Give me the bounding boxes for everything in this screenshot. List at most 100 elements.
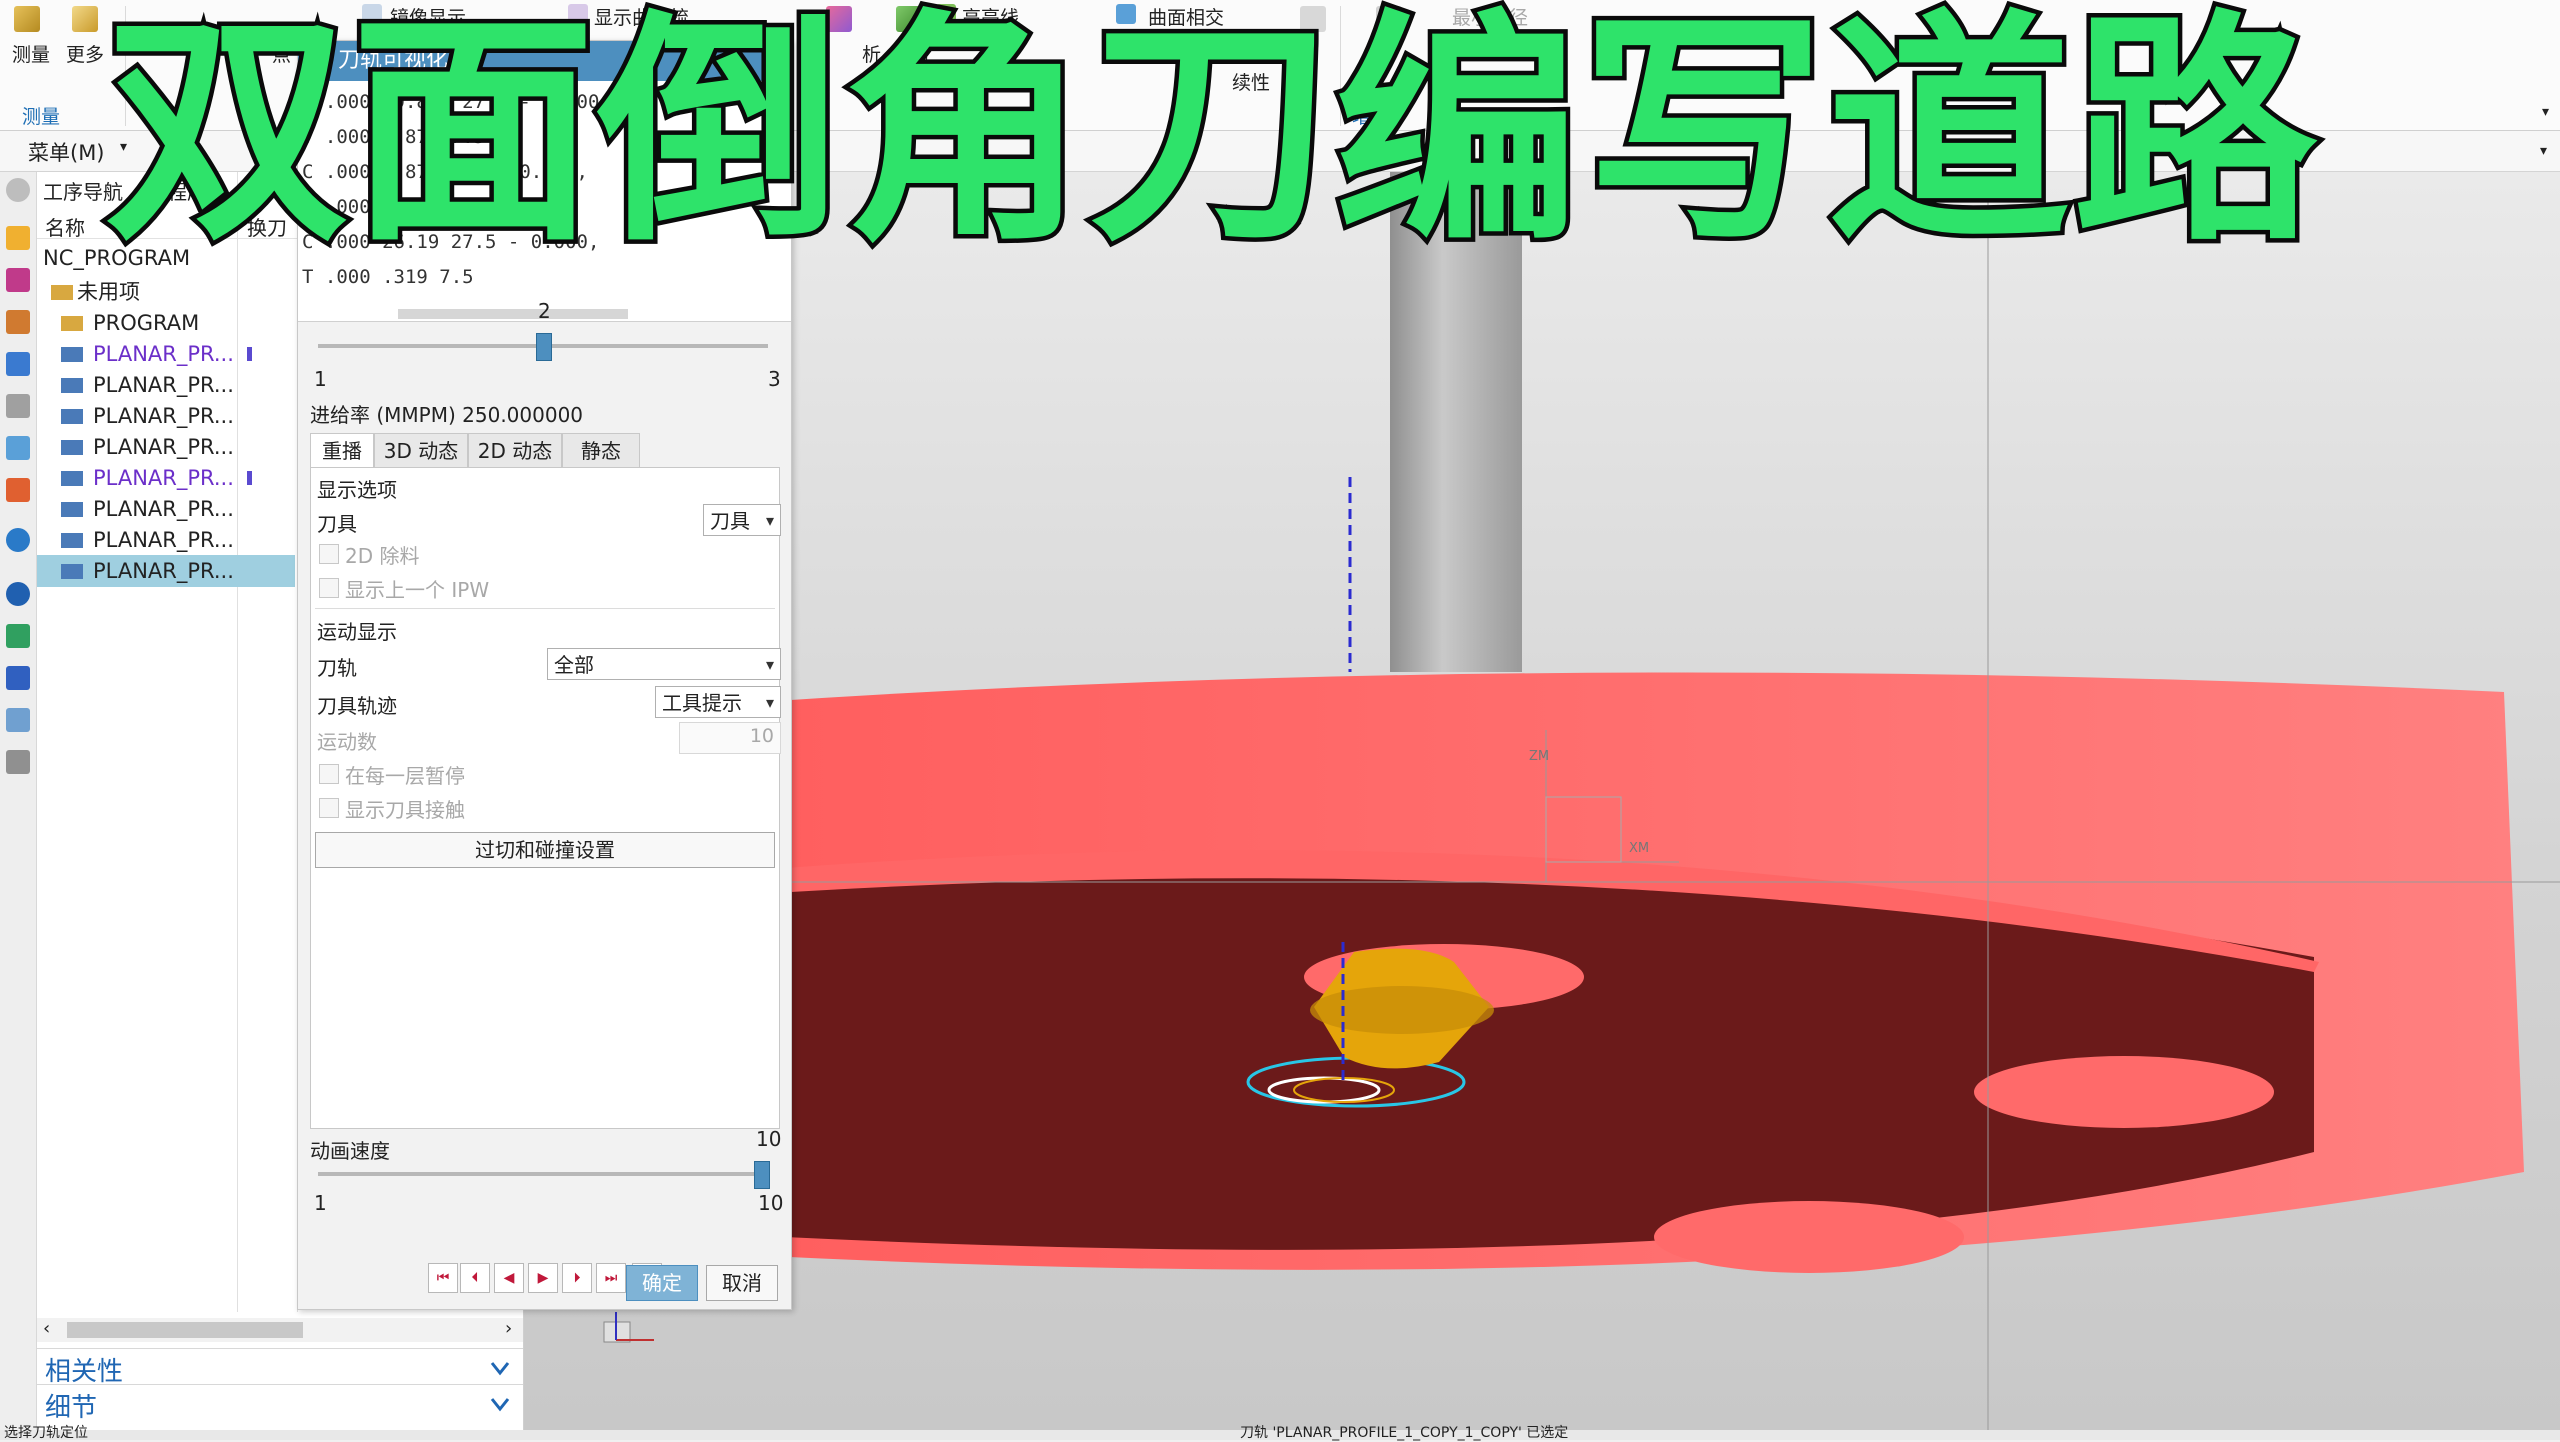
- display-slider-thumb[interactable]: [536, 333, 552, 361]
- toolpath-select[interactable]: 全部: [547, 648, 781, 681]
- operation-nav-icon[interactable]: [6, 352, 30, 376]
- tab-static[interactable]: 静态: [562, 433, 640, 469]
- tab-3d-dynamic[interactable]: 3D 动态: [374, 433, 468, 469]
- tool-select[interactable]: 刀具: [703, 504, 781, 537]
- detail-panel[interactable]: 细节: [37, 1384, 523, 1423]
- operation-icon: [61, 378, 83, 393]
- part-model-view[interactable]: ZM XM: [524, 172, 2560, 1430]
- navigator-hscroll[interactable]: ‹ ›: [37, 1318, 523, 1342]
- section-divider: [315, 608, 775, 609]
- constraint-nav-icon[interactable]: [6, 268, 30, 292]
- machine-tool-icon[interactable]: [6, 394, 30, 418]
- resource-bar: [0, 172, 37, 1430]
- rewind-to-start-icon[interactable]: ⏮: [428, 1263, 458, 1293]
- step-back-icon[interactable]: ⏴: [460, 1263, 490, 1293]
- step-forward-icon[interactable]: ⏵: [562, 1263, 592, 1293]
- show-prev-ipw-label: 显示上一个 IPW: [345, 578, 490, 602]
- list-item-label: PLANAR_PR...: [93, 435, 234, 459]
- slider1-current-value: 2: [538, 299, 551, 323]
- scroll-left-icon[interactable]: ‹: [43, 1318, 50, 1339]
- ribbon-expand-icon[interactable]: ▾: [2542, 104, 2549, 120]
- web-browser-icon[interactable]: [6, 528, 30, 552]
- history-icon[interactable]: [6, 582, 30, 606]
- show-prev-ipw-checkbox[interactable]: [319, 578, 339, 598]
- more-button[interactable]: 更多: [66, 40, 104, 67]
- measure-button[interactable]: 测量: [12, 40, 50, 67]
- folder-icon: [51, 285, 73, 300]
- feed-rate-label: 进给率 (MMPM) 250.000000: [310, 403, 584, 427]
- motion-count-value: 10: [749, 725, 774, 747]
- role-icon[interactable]: [6, 708, 30, 732]
- slider1-min: 1: [314, 367, 327, 391]
- operation-icon: [61, 564, 83, 579]
- scroll-thumb[interactable]: [67, 1322, 303, 1338]
- pause-each-layer-checkbox[interactable]: [319, 764, 339, 784]
- svg-text:ZM: ZM: [1529, 749, 1549, 764]
- list-item-label: PLANAR_PR...: [93, 404, 234, 428]
- list-item[interactable]: PLANAR_PR...: [37, 555, 295, 587]
- list-item[interactable]: PROGRAM: [37, 307, 295, 339]
- menu-button[interactable]: 菜单(M): [28, 137, 105, 167]
- operation-icon: [61, 502, 83, 517]
- list-item[interactable]: PLANAR_PR...: [37, 400, 295, 432]
- status-right: 刀轨 'PLANAR_PROFILE_1_COPY_1_COPY' 已选定: [1240, 1425, 1569, 1441]
- replay-tab-panel: 显示选项 刀具 刀具 2D 除料 显示上一个 IPW 运动显示 刀轨 全部 刀具…: [310, 467, 781, 1129]
- motion-display-heading: 运动显示: [317, 620, 397, 644]
- motion-count-field[interactable]: 10: [679, 722, 781, 754]
- cancel-button[interactable]: 取消: [706, 1265, 778, 1301]
- list-item[interactable]: PLANAR_PR...: [37, 369, 295, 401]
- gouge-collision-settings-button[interactable]: 过切和碰撞设置: [315, 832, 775, 868]
- hole-3: [1654, 1201, 1964, 1273]
- library-icon[interactable]: [6, 436, 30, 460]
- hole-2: [1974, 1056, 2274, 1128]
- tab-2d-dynamic[interactable]: 2D 动态: [468, 433, 562, 469]
- list-item[interactable]: PLANAR_PR...: [37, 338, 295, 370]
- assembly-nav-icon[interactable]: [6, 226, 30, 250]
- list-item-label: PLANAR_PR...: [93, 373, 234, 397]
- ok-button[interactable]: 确定: [626, 1265, 698, 1301]
- tool-change-marker: [247, 471, 252, 485]
- list-item[interactable]: PLANAR_PR...: [37, 462, 295, 494]
- play-forward-icon[interactable]: ▶: [528, 1263, 558, 1293]
- listing-hscroll[interactable]: [398, 309, 628, 319]
- graphics-window[interactable]: ZM XM: [524, 172, 2560, 1430]
- play-backward-icon[interactable]: ◀: [494, 1263, 524, 1293]
- kinematics-icon[interactable]: [6, 666, 30, 690]
- list-item-label: 未用项: [77, 280, 140, 304]
- display-options-heading: 显示选项: [317, 478, 397, 502]
- speed-value: 10: [756, 1127, 782, 1151]
- toolpath-label: 刀轨: [317, 656, 357, 680]
- slider1-max: 3: [768, 367, 781, 391]
- svg-text:XM: XM: [1629, 841, 1649, 856]
- analysis-icon[interactable]: [6, 624, 30, 648]
- operation-icon: [61, 409, 83, 424]
- list-item[interactable]: PLANAR_PR...: [37, 493, 295, 525]
- list-item[interactable]: PLANAR_PR...: [37, 431, 295, 463]
- list-item[interactable]: PLANAR_PR...: [37, 524, 295, 556]
- tool-trace-select[interactable]: 工具提示: [655, 686, 781, 719]
- operation-icon: [61, 347, 83, 362]
- operation-icon: [61, 440, 83, 455]
- column-name[interactable]: 名称: [45, 212, 85, 241]
- part-nav-icon[interactable]: [6, 310, 30, 334]
- animation-speed-track[interactable]: [318, 1172, 768, 1176]
- ruler-icon[interactable]: [14, 6, 40, 32]
- toolbar-expand-icon[interactable]: ▾: [2540, 143, 2547, 159]
- headline-overlay: 双面倒角刀编写道路: [101, 0, 2322, 274]
- status-left: 选择刀轨定位: [4, 1425, 88, 1441]
- scroll-right-icon[interactable]: ›: [505, 1318, 512, 1339]
- show-tool-contact-checkbox[interactable]: [319, 798, 339, 818]
- more-icon[interactable]: [72, 6, 98, 32]
- animation-speed-label: 动画速度: [310, 1139, 390, 1163]
- fast-forward-to-end-icon[interactable]: ⏭: [596, 1263, 626, 1293]
- reuse-library-icon[interactable]: [6, 750, 30, 774]
- tab-replay[interactable]: 重播: [310, 433, 374, 469]
- chevron-down-icon[interactable]: [489, 1393, 511, 1415]
- settings-icon[interactable]: [6, 178, 30, 202]
- remove-2d-checkbox[interactable]: [319, 544, 339, 564]
- chevron-down-icon[interactable]: [489, 1357, 511, 1379]
- animation-speed-thumb[interactable]: [754, 1161, 770, 1189]
- process-icon[interactable]: [6, 478, 30, 502]
- related-panel[interactable]: 相关性: [37, 1348, 523, 1387]
- list-item[interactable]: 未用项: [37, 276, 295, 308]
